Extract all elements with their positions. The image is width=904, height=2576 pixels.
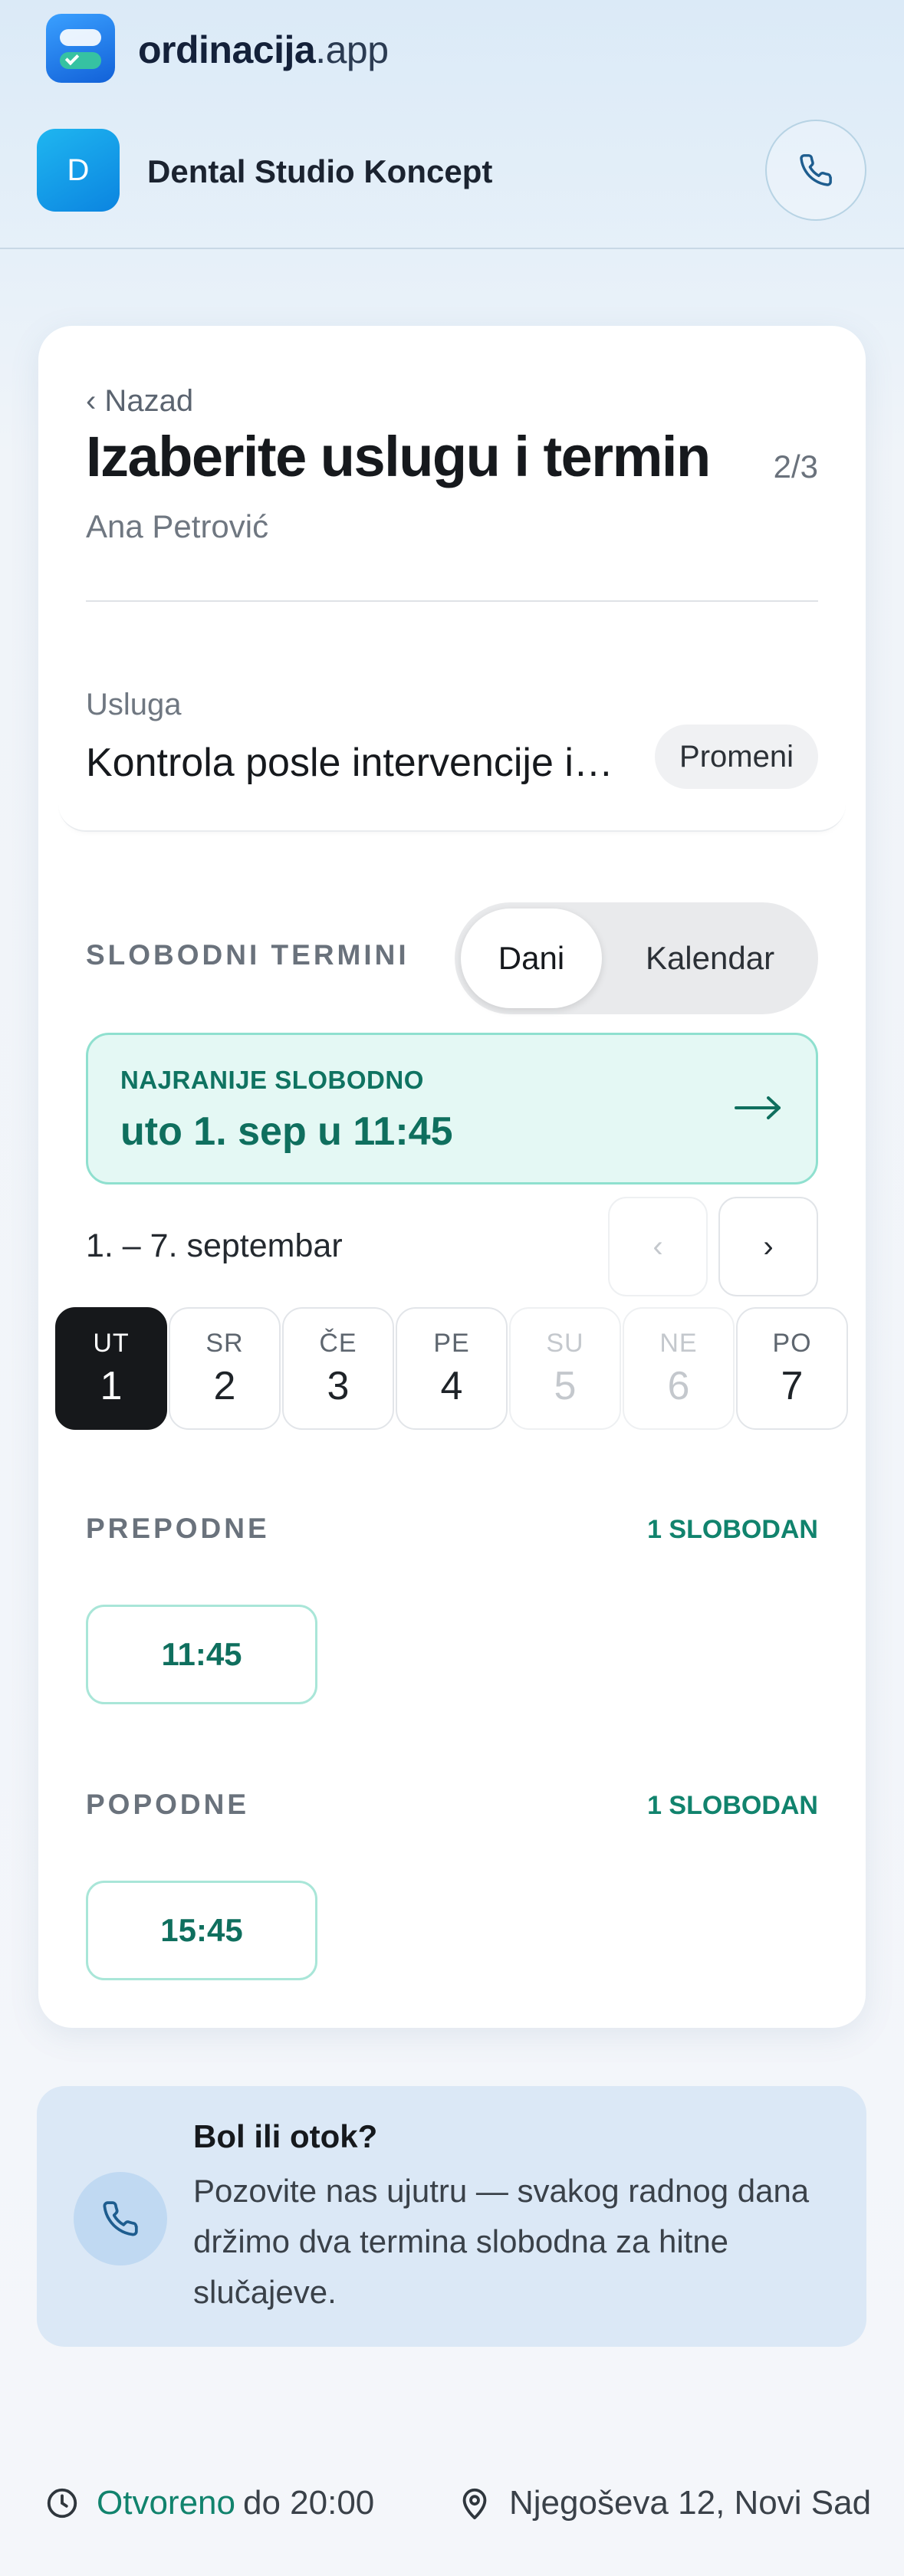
app-header: ordinacija.app	[0, 0, 904, 104]
call-clinic-button[interactable]	[765, 120, 866, 221]
toggle-days[interactable]: Dani	[461, 909, 602, 1008]
clock-icon	[47, 2488, 77, 2518]
day-tue-1[interactable]: UT 1	[55, 1307, 167, 1430]
time-slot-1145[interactable]: 11:45	[86, 1605, 317, 1704]
service-value: Kontrola posle intervencije ili lečenja	[86, 741, 615, 785]
day-date: 7	[781, 1363, 804, 1408]
app-name-light: .app	[315, 28, 389, 71]
back-link[interactable]: ‹ Nazad	[86, 384, 193, 419]
period-label-afternoon: POPODNE	[86, 1789, 250, 1820]
day-name: SR	[205, 1328, 244, 1358]
day-date: 3	[327, 1363, 350, 1408]
address-text: Njegoševa 12, Novi Sad	[509, 2484, 872, 2522]
day-date: 2	[213, 1363, 236, 1408]
day-name: PE	[433, 1328, 470, 1358]
day-name: NE	[659, 1328, 698, 1358]
day-mon-7[interactable]: PO 7	[736, 1307, 848, 1430]
week-range: 1. – 7. septembar	[86, 1227, 343, 1264]
clinic-address[interactable]: Njegoševa 12, Novi Sad	[457, 2484, 871, 2522]
open-status: Otvoreno	[97, 2484, 235, 2522]
step-indicator: 2/3	[773, 449, 818, 485]
phone-icon	[103, 2201, 138, 2236]
day-date: 4	[440, 1363, 463, 1408]
view-toggle: Dani Kalendar	[455, 902, 818, 1014]
toggle-calendar[interactable]: Kalendar	[608, 909, 812, 1008]
earliest-caption: NAJRANIJE SLOBODNO	[120, 1066, 424, 1094]
emergency-notice: Bol ili otok? Pozovite nas ujutru — svak…	[37, 2086, 866, 2347]
day-wed-2[interactable]: SR 2	[169, 1307, 281, 1430]
next-week-button[interactable]: ›	[718, 1197, 818, 1296]
location-pin-icon	[462, 2488, 487, 2520]
app-logo-icon	[46, 14, 115, 83]
day-name: UT	[93, 1328, 130, 1358]
clinic-avatar: D	[37, 129, 120, 212]
service-row: Usluga Kontrola posle intervencije ili l…	[58, 602, 846, 832]
slots-label: SLOBODNI TERMINI	[86, 939, 409, 971]
day-sat-5: SU 5	[509, 1307, 621, 1430]
open-until: do 20:00	[242, 2484, 375, 2522]
day-name: ČE	[319, 1328, 357, 1358]
day-fri-4[interactable]: PE 4	[396, 1307, 508, 1430]
app-name-bold: ordinacija	[138, 28, 316, 71]
day-date: 5	[554, 1363, 577, 1408]
patient-name: Ana Petrović	[86, 508, 269, 544]
time-slot-1545[interactable]: 15:45	[86, 1881, 317, 1980]
clinic-name: Dental Studio Koncept	[147, 153, 493, 189]
day-date: 1	[100, 1363, 123, 1408]
day-sun-6: NE 6	[623, 1307, 735, 1430]
period-count-morning: 1 SLOBODAN	[647, 1515, 818, 1544]
day-picker: UT 1 SR 2 ČE 3 PE 4 SU 5 NE 6 PO 7	[55, 1307, 853, 1430]
footer: Otvoreno do 20:00 Njegoševa 12, Novi Sad	[0, 2484, 904, 2538]
earliest-value: uto 1. sep u 11:45	[120, 1109, 453, 1154]
day-thu-3[interactable]: ČE 3	[282, 1307, 394, 1430]
service-label: Usluga	[86, 688, 182, 721]
period-count-afternoon: 1 SLOBODAN	[647, 1791, 818, 1820]
page-title: Izaberite uslugu i termin	[86, 425, 711, 488]
earliest-slot-card[interactable]: NAJRANIJE SLOBODNO uto 1. sep u 11:45	[86, 1033, 818, 1184]
booking-card: ‹ Nazad Izaberite uslugu i termin 2/3 An…	[38, 326, 866, 2028]
period-label-morning: PREPODNE	[86, 1513, 270, 1544]
clinic-bar: D Dental Studio Koncept	[0, 115, 904, 249]
day-name: SU	[546, 1328, 584, 1358]
change-service-button[interactable]: Promeni	[655, 724, 818, 789]
day-date: 6	[667, 1363, 690, 1408]
opening-hours: Otvoreno do 20:00	[44, 2484, 374, 2522]
emergency-title: Bol ili otok?	[193, 2118, 378, 2154]
phone-icon	[800, 154, 832, 186]
app-name: ordinacija.app	[138, 28, 389, 72]
prev-week-button[interactable]: ‹	[608, 1197, 708, 1296]
arrow-right-icon	[735, 1096, 781, 1119]
emergency-text: Pozovite nas ujutru — svakog radnog dana…	[193, 2173, 810, 2310]
emergency-call-button[interactable]	[74, 2172, 167, 2266]
day-name: PO	[772, 1328, 812, 1358]
